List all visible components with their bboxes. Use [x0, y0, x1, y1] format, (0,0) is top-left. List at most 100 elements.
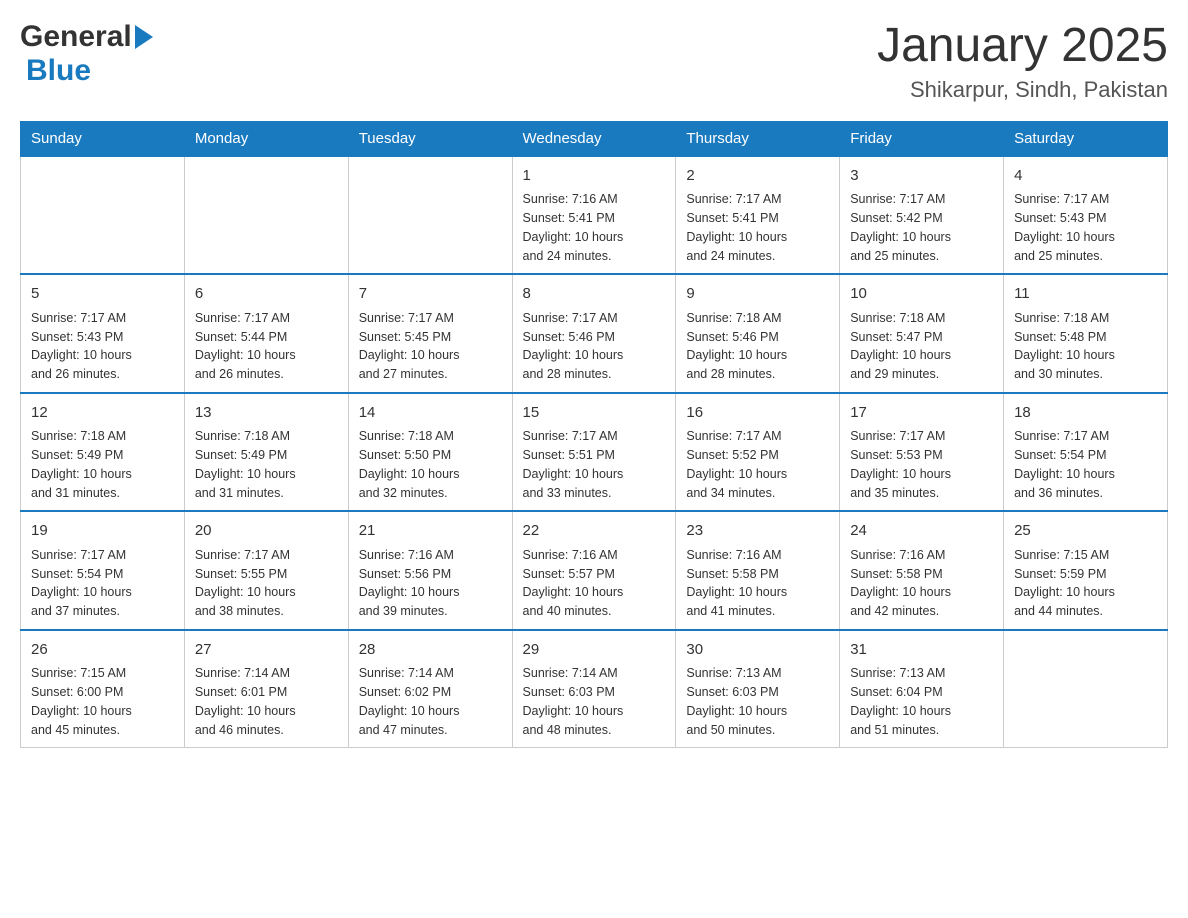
day-info: Sunrise: 7:16 AM Sunset: 5:57 PM Dayligh…: [523, 546, 666, 621]
calendar-cell: 23 Sunrise: 7:16 AM Sunset: 5:58 PM Dayli…: [676, 511, 840, 630]
day-number: 27: [195, 639, 338, 662]
page-header: General Blue January 2025 Shikarpur, Sin…: [20, 20, 1168, 103]
calendar-table: SundayMondayTuesdayWednesdayThursdayFrid…: [20, 121, 1168, 749]
day-info: Sunrise: 7:16 AM Sunset: 5:41 PM Dayligh…: [523, 190, 666, 265]
calendar-cell: 31Sunrise: 7:13 AM Sunset: 6:04 PM Dayli…: [840, 630, 1004, 748]
day-info: Sunrise: 7:14 AM Sunset: 6:02 PM Dayligh…: [359, 664, 502, 739]
day-number: 20: [195, 520, 338, 543]
calendar-cell: 1Sunrise: 7:16 AM Sunset: 5:41 PM Daylig…: [512, 156, 676, 275]
calendar-cell: 22 Sunrise: 7:16 AM Sunset: 5:57 PM Dayli…: [512, 511, 676, 630]
column-header-wednesday: Wednesday: [512, 121, 676, 156]
calendar-week-row: 12Sunrise: 7:18 AM Sunset: 5:49 PM Dayli…: [21, 393, 1168, 512]
calendar-week-row: 5 Sunrise: 7:17 AM Sunset: 5:43 PM Daylig…: [21, 274, 1168, 393]
day-info: Sunrise: 7:18 AM Sunset: 5:49 PM Dayligh…: [31, 427, 174, 502]
day-info: Sunrise: 7:13 AM Sunset: 6:03 PM Dayligh…: [686, 664, 829, 739]
day-info: Sunrise: 7:17 AM Sunset: 5:43 PM Dayligh…: [1014, 190, 1157, 265]
calendar-cell: 13Sunrise: 7:18 AM Sunset: 5:49 PM Dayli…: [184, 393, 348, 512]
day-info: Sunrise: 7:16 AM Sunset: 5:58 PM Dayligh…: [850, 546, 993, 621]
day-number: 3: [850, 165, 993, 188]
day-info: Sunrise: 7:18 AM Sunset: 5:50 PM Dayligh…: [359, 427, 502, 502]
day-info: Sunrise: 7:15 AM Sunset: 5:59 PM Dayligh…: [1014, 546, 1157, 621]
calendar-cell: 19 Sunrise: 7:17 AM Sunset: 5:54 PM Dayli…: [21, 511, 185, 630]
day-info: Sunrise: 7:18 AM Sunset: 5:49 PM Dayligh…: [195, 427, 338, 502]
day-info: Sunrise: 7:13 AM Sunset: 6:04 PM Dayligh…: [850, 664, 993, 739]
day-number: 30: [686, 639, 829, 662]
calendar-cell: 5 Sunrise: 7:17 AM Sunset: 5:43 PM Daylig…: [21, 274, 185, 393]
calendar-cell: 12Sunrise: 7:18 AM Sunset: 5:49 PM Dayli…: [21, 393, 185, 512]
calendar-cell: 30Sunrise: 7:13 AM Sunset: 6:03 PM Dayli…: [676, 630, 840, 748]
calendar-cell: 29Sunrise: 7:14 AM Sunset: 6:03 PM Dayli…: [512, 630, 676, 748]
calendar-cell: 8Sunrise: 7:17 AM Sunset: 5:46 PM Daylig…: [512, 274, 676, 393]
day-number: 18: [1014, 402, 1157, 425]
calendar-cell: 25 Sunrise: 7:15 AM Sunset: 5:59 PM Dayli…: [1004, 511, 1168, 630]
day-number: 24: [850, 520, 993, 543]
day-info: Sunrise: 7:17 AM Sunset: 5:44 PM Dayligh…: [195, 309, 338, 384]
day-number: 11: [1014, 283, 1157, 306]
day-number: 14: [359, 402, 502, 425]
title-section: January 2025 Shikarpur, Sindh, Pakistan: [877, 20, 1168, 103]
calendar-cell: 17Sunrise: 7:17 AM Sunset: 5:53 PM Dayli…: [840, 393, 1004, 512]
day-number: 15: [523, 402, 666, 425]
calendar-cell: 28Sunrise: 7:14 AM Sunset: 6:02 PM Dayli…: [348, 630, 512, 748]
day-info: Sunrise: 7:17 AM Sunset: 5:52 PM Dayligh…: [686, 427, 829, 502]
calendar-cell: 9Sunrise: 7:18 AM Sunset: 5:46 PM Daylig…: [676, 274, 840, 393]
day-info: Sunrise: 7:17 AM Sunset: 5:54 PM Dayligh…: [31, 546, 174, 621]
column-header-monday: Monday: [184, 121, 348, 156]
day-info: Sunrise: 7:14 AM Sunset: 6:01 PM Dayligh…: [195, 664, 338, 739]
day-number: 19: [31, 520, 174, 543]
day-number: 28: [359, 639, 502, 662]
day-number: 25: [1014, 520, 1157, 543]
calendar-cell: 24 Sunrise: 7:16 AM Sunset: 5:58 PM Dayli…: [840, 511, 1004, 630]
calendar-cell: 2Sunrise: 7:17 AM Sunset: 5:41 PM Daylig…: [676, 156, 840, 275]
column-header-friday: Friday: [840, 121, 1004, 156]
day-info: Sunrise: 7:17 AM Sunset: 5:45 PM Dayligh…: [359, 309, 502, 384]
day-number: 7: [359, 283, 502, 306]
calendar-cell: [21, 156, 185, 275]
calendar-cell: 11Sunrise: 7:18 AM Sunset: 5:48 PM Dayli…: [1004, 274, 1168, 393]
calendar-cell: 26Sunrise: 7:15 AM Sunset: 6:00 PM Dayli…: [21, 630, 185, 748]
day-number: 13: [195, 402, 338, 425]
day-number: 23: [686, 520, 829, 543]
day-number: 21: [359, 520, 502, 543]
logo-arrow-icon: [135, 25, 153, 49]
day-info: Sunrise: 7:17 AM Sunset: 5:41 PM Dayligh…: [686, 190, 829, 265]
calendar-cell: 10 Sunrise: 7:18 AM Sunset: 5:47 PM Dayli…: [840, 274, 1004, 393]
day-number: 1: [523, 165, 666, 188]
calendar-week-row: 26Sunrise: 7:15 AM Sunset: 6:00 PM Dayli…: [21, 630, 1168, 748]
day-number: 29: [523, 639, 666, 662]
day-number: 4: [1014, 165, 1157, 188]
day-info: Sunrise: 7:17 AM Sunset: 5:54 PM Dayligh…: [1014, 427, 1157, 502]
calendar-cell: [184, 156, 348, 275]
calendar-cell: 21 Sunrise: 7:16 AM Sunset: 5:56 PM Dayli…: [348, 511, 512, 630]
day-number: 26: [31, 639, 174, 662]
calendar-cell: 27Sunrise: 7:14 AM Sunset: 6:01 PM Dayli…: [184, 630, 348, 748]
calendar-cell: 18Sunrise: 7:17 AM Sunset: 5:54 PM Dayli…: [1004, 393, 1168, 512]
calendar-cell: 20 Sunrise: 7:17 AM Sunset: 5:55 PM Dayli…: [184, 511, 348, 630]
day-number: 17: [850, 402, 993, 425]
day-number: 10: [850, 283, 993, 306]
day-info: Sunrise: 7:17 AM Sunset: 5:55 PM Dayligh…: [195, 546, 338, 621]
logo-blue-text: Blue: [26, 54, 91, 87]
location-subtitle: Shikarpur, Sindh, Pakistan: [877, 77, 1168, 103]
day-info: Sunrise: 7:18 AM Sunset: 5:46 PM Dayligh…: [686, 309, 829, 384]
column-header-sunday: Sunday: [21, 121, 185, 156]
day-info: Sunrise: 7:16 AM Sunset: 5:58 PM Dayligh…: [686, 546, 829, 621]
day-info: Sunrise: 7:17 AM Sunset: 5:43 PM Dayligh…: [31, 309, 174, 384]
column-header-tuesday: Tuesday: [348, 121, 512, 156]
calendar-cell: 14Sunrise: 7:18 AM Sunset: 5:50 PM Dayli…: [348, 393, 512, 512]
day-info: Sunrise: 7:16 AM Sunset: 5:56 PM Dayligh…: [359, 546, 502, 621]
day-number: 12: [31, 402, 174, 425]
day-number: 5: [31, 283, 174, 306]
day-info: Sunrise: 7:14 AM Sunset: 6:03 PM Dayligh…: [523, 664, 666, 739]
calendar-week-row: 19 Sunrise: 7:17 AM Sunset: 5:54 PM Dayli…: [21, 511, 1168, 630]
day-info: Sunrise: 7:17 AM Sunset: 5:53 PM Dayligh…: [850, 427, 993, 502]
calendar-cell: 15Sunrise: 7:17 AM Sunset: 5:51 PM Dayli…: [512, 393, 676, 512]
day-number: 16: [686, 402, 829, 425]
calendar-cell: [1004, 630, 1168, 748]
calendar-cell: 16Sunrise: 7:17 AM Sunset: 5:52 PM Dayli…: [676, 393, 840, 512]
day-info: Sunrise: 7:17 AM Sunset: 5:51 PM Dayligh…: [523, 427, 666, 502]
day-info: Sunrise: 7:18 AM Sunset: 5:47 PM Dayligh…: [850, 309, 993, 384]
day-number: 22: [523, 520, 666, 543]
day-number: 2: [686, 165, 829, 188]
calendar-header-row: SundayMondayTuesdayWednesdayThursdayFrid…: [21, 121, 1168, 156]
